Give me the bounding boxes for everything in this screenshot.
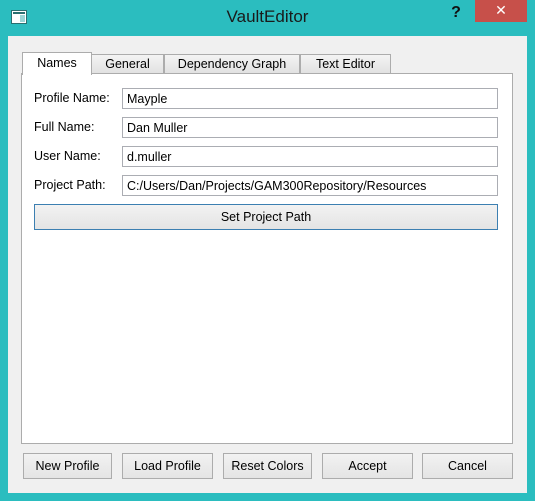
profile-name-input[interactable] — [122, 88, 498, 109]
profile-name-label: Profile Name: — [34, 91, 110, 105]
tab-general[interactable]: General — [91, 54, 164, 74]
help-button[interactable]: ? — [441, 2, 471, 24]
project-path-input[interactable] — [122, 175, 498, 196]
dialog-client-area: Names General Dependency Graph Text Edit… — [8, 36, 527, 493]
accept-button[interactable]: Accept — [322, 453, 413, 479]
close-button[interactable]: ✕ — [475, 0, 527, 22]
user-name-input[interactable] — [122, 146, 498, 167]
close-icon: ✕ — [495, 2, 507, 18]
set-project-path-button[interactable]: Set Project Path — [34, 204, 498, 230]
new-profile-button[interactable]: New Profile — [23, 453, 112, 479]
title-bar[interactable]: VaultEditor ? ✕ — [0, 0, 535, 36]
tab-text-editor[interactable]: Text Editor — [300, 54, 391, 74]
cancel-button[interactable]: Cancel — [422, 453, 513, 479]
tab-dependency-graph[interactable]: Dependency Graph — [164, 54, 300, 74]
tab-names[interactable]: Names — [22, 52, 92, 75]
project-path-label: Project Path: — [34, 178, 106, 192]
reset-colors-button[interactable]: Reset Colors — [223, 453, 312, 479]
full-name-label: Full Name: — [34, 120, 95, 134]
user-name-label: User Name: — [34, 149, 101, 163]
full-name-input[interactable] — [122, 117, 498, 138]
load-profile-button[interactable]: Load Profile — [122, 453, 213, 479]
vault-editor-window: VaultEditor ? ✕ Names General Dependency… — [0, 0, 535, 501]
names-tab-panel: Profile Name: Full Name: User Name: Proj… — [21, 73, 513, 444]
